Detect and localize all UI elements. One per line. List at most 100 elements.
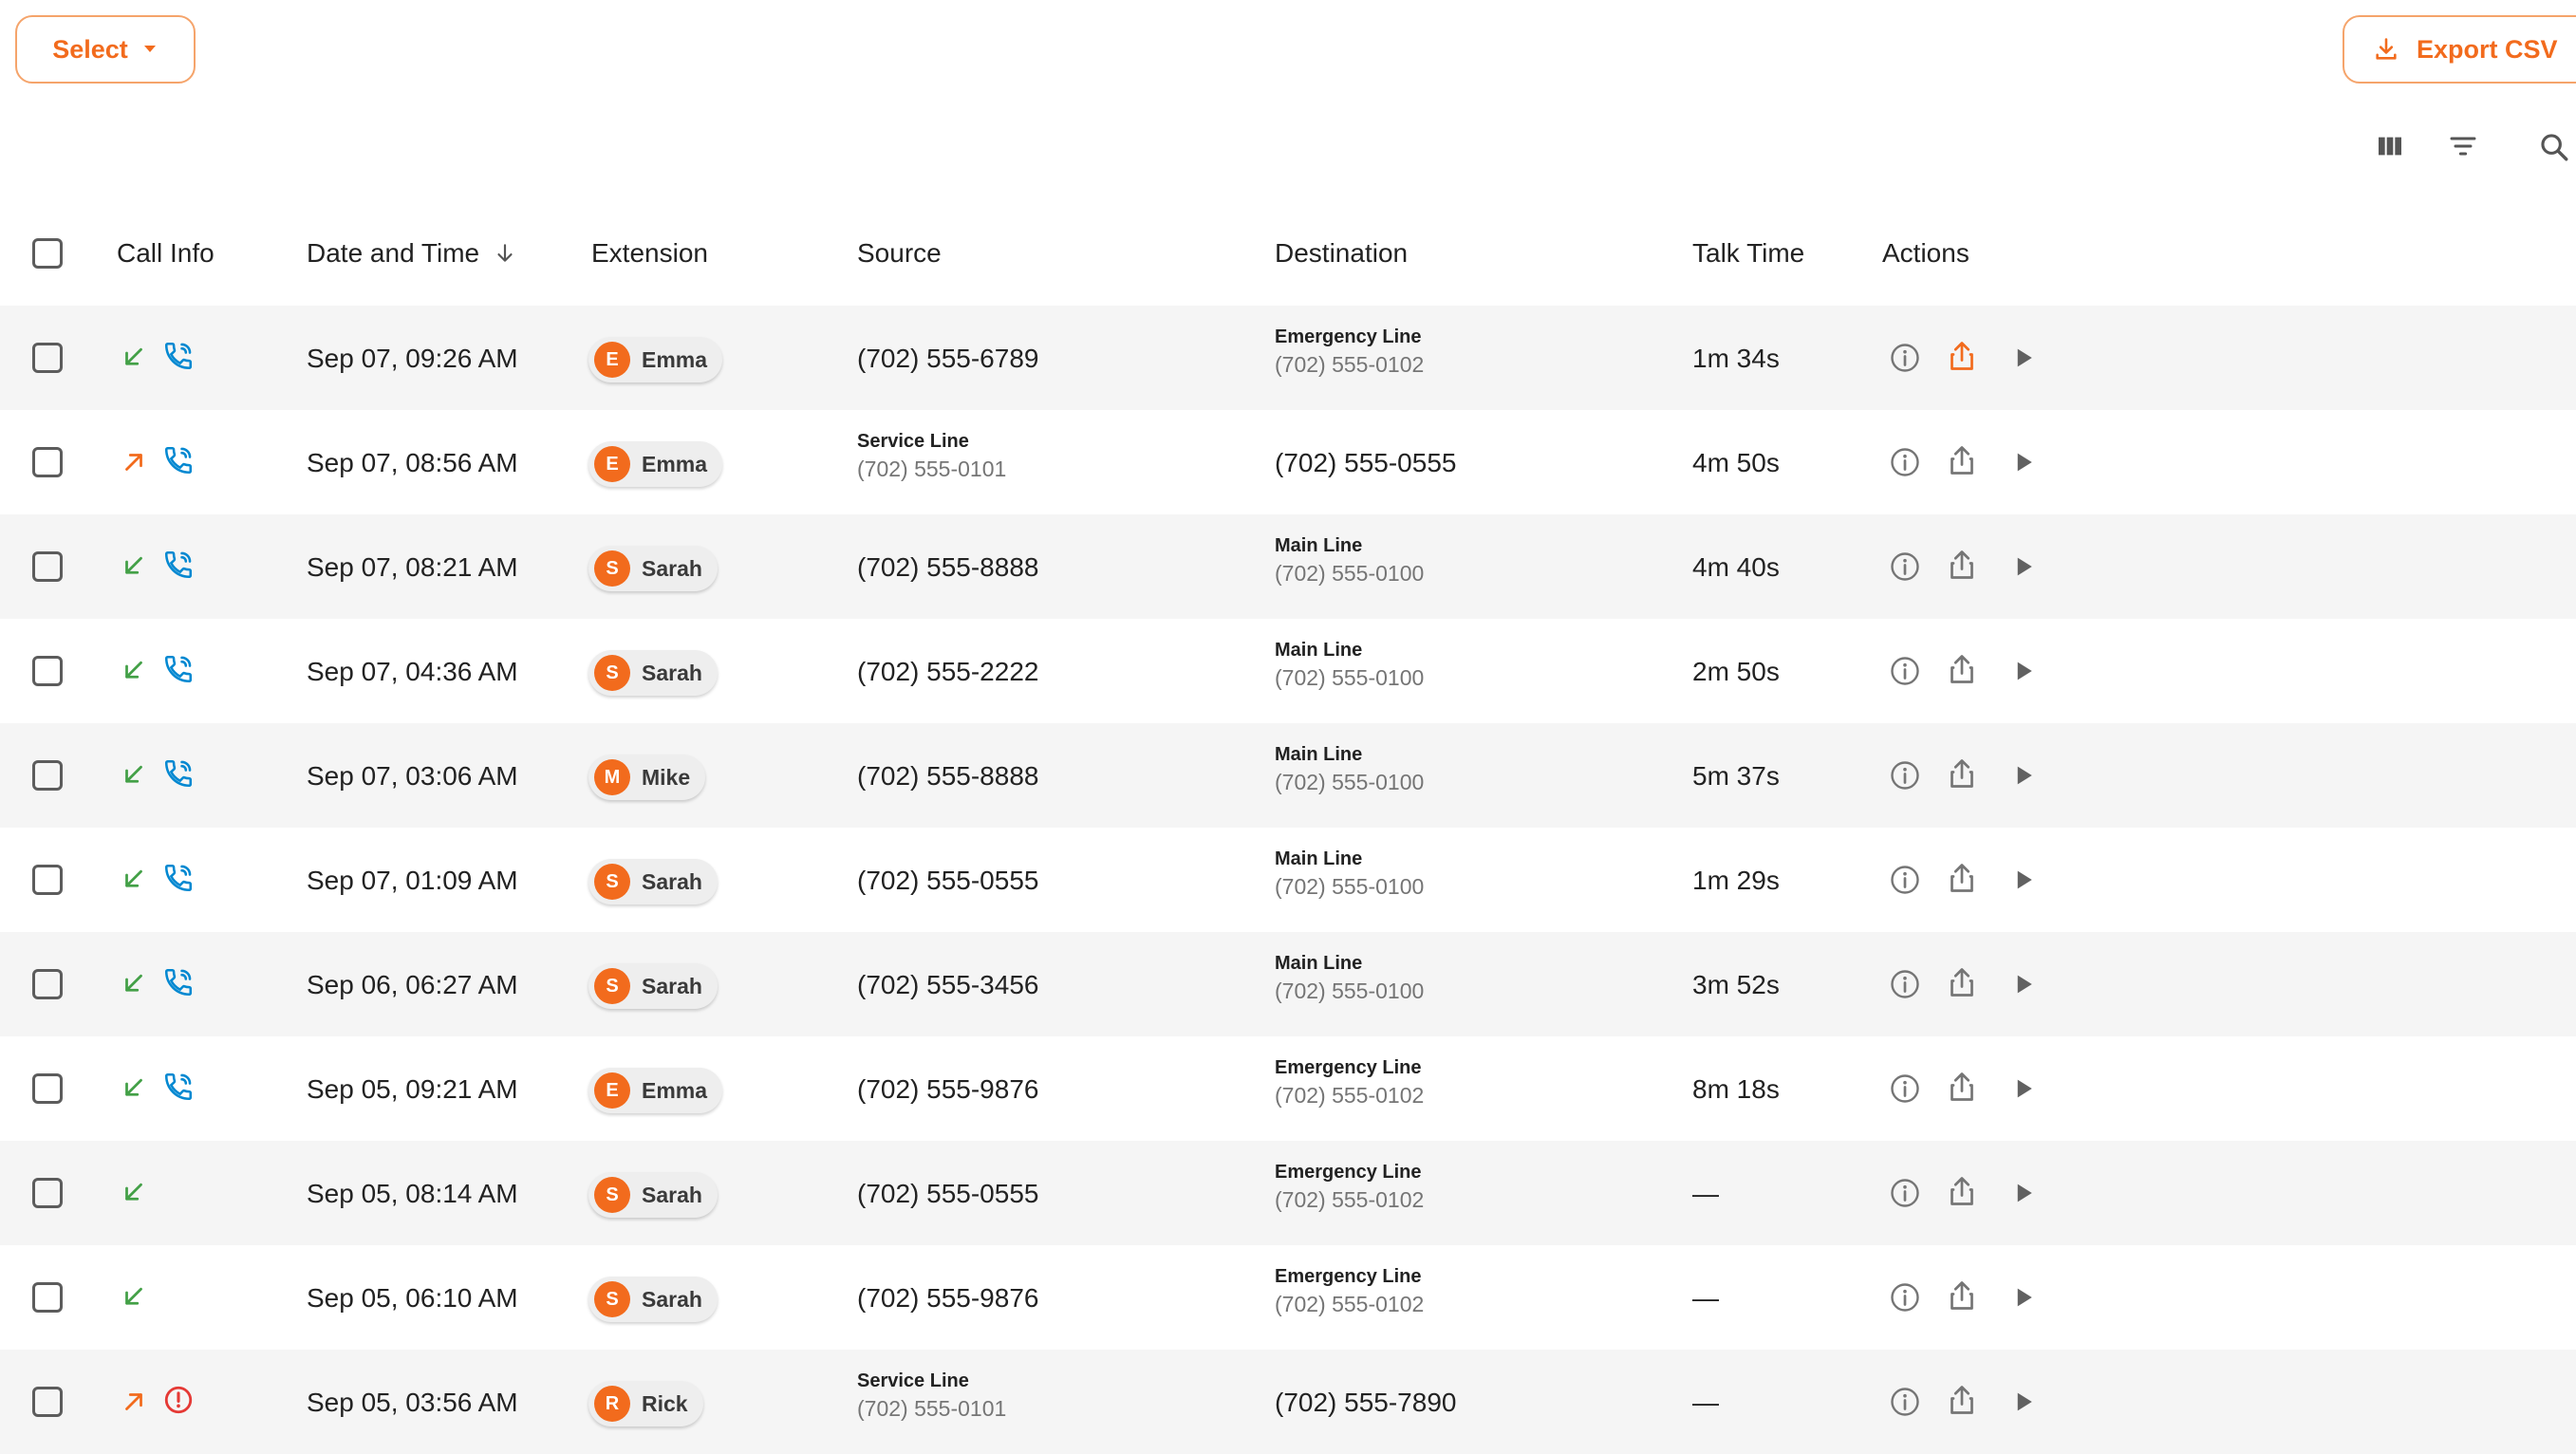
select-all-checkbox[interactable]	[32, 238, 63, 269]
export-share-icon[interactable]	[1945, 1070, 1979, 1104]
info-icon[interactable]	[1888, 550, 1922, 584]
row-checkbox[interactable]	[32, 656, 63, 686]
destination-cell: Main Line (702) 555-0100	[1275, 847, 1424, 902]
export-share-icon[interactable]	[1945, 652, 1979, 686]
play-icon[interactable]	[2009, 552, 2038, 581]
info-icon[interactable]	[1888, 654, 1922, 688]
destination-cell: Emergency Line (702) 555-0102	[1275, 1264, 1424, 1319]
info-icon[interactable]	[1888, 967, 1922, 1001]
row-checkbox[interactable]	[32, 447, 63, 477]
table-row[interactable]: Sep 07, 04:36 AM S Sarah (702) 555-2222 …	[0, 619, 2576, 723]
header-date-time-label: Date and Time	[307, 238, 480, 268]
export-share-icon[interactable]	[1945, 756, 1979, 791]
extension-chip[interactable]: E Emma	[588, 337, 723, 382]
date-time: Sep 07, 01:09 AM	[307, 866, 518, 895]
phone-answered-icon	[162, 757, 195, 790]
export-share-icon[interactable]	[1945, 1174, 1979, 1208]
export-share-icon[interactable]	[1945, 1278, 1979, 1313]
extension-name: Sarah	[642, 1286, 702, 1312]
play-icon[interactable]	[2009, 1283, 2038, 1312]
row-checkbox[interactable]	[32, 1073, 63, 1104]
export-share-icon[interactable]	[1945, 443, 1979, 477]
extension-chip[interactable]: S Sarah	[588, 963, 718, 1009]
extension-chip[interactable]: E Emma	[588, 441, 723, 487]
destination-line-number: (702) 555-0100	[1275, 770, 1425, 794]
header-call-info[interactable]: Call Info	[117, 238, 215, 269]
table-row[interactable]: Sep 06, 06:27 AM S Sarah (702) 555-3456 …	[0, 932, 2576, 1036]
play-icon[interactable]	[2009, 448, 2038, 476]
table-row[interactable]: Sep 05, 09:21 AM E Emma (702) 555-9876 E…	[0, 1036, 2576, 1141]
extension-chip[interactable]: S Sarah	[588, 546, 718, 591]
export-share-icon[interactable]	[1945, 965, 1979, 999]
play-icon[interactable]	[2009, 1179, 2038, 1207]
header-destination[interactable]: Destination	[1275, 238, 1408, 269]
export-share-icon[interactable]	[1945, 548, 1979, 582]
table-row[interactable]: Sep 07, 08:21 AM S Sarah (702) 555-8888 …	[0, 514, 2576, 619]
row-checkbox[interactable]	[32, 1178, 63, 1208]
row-checkbox[interactable]	[32, 551, 63, 582]
info-icon[interactable]	[1888, 863, 1922, 897]
avatar: E	[594, 1072, 630, 1109]
search-button[interactable]	[2538, 131, 2570, 163]
destination-line-label: Main Line	[1275, 535, 1363, 556]
extension-chip[interactable]: R Rick	[588, 1381, 703, 1426]
table-row[interactable]: Sep 07, 03:06 AM M Mike (702) 555-8888 M…	[0, 723, 2576, 828]
export-share-icon[interactable]	[1945, 339, 1979, 373]
play-icon[interactable]	[2009, 970, 2038, 998]
avatar: S	[594, 864, 630, 900]
destination-line-number: (702) 555-0100	[1275, 979, 1425, 1003]
table-row[interactable]: Sep 07, 08:56 AM E Emma Service Line (70…	[0, 410, 2576, 514]
table-row[interactable]: Sep 05, 06:10 AM S Sarah (702) 555-9876 …	[0, 1245, 2576, 1350]
play-icon[interactable]	[2009, 657, 2038, 685]
header-date-time[interactable]: Date and Time	[307, 238, 517, 269]
source-number: (702) 555-3456	[857, 970, 1039, 999]
talk-time: 3m 52s	[1692, 970, 1780, 999]
select-button[interactable]: Select	[15, 15, 196, 84]
phone-answered-icon	[162, 444, 195, 476]
info-icon[interactable]	[1888, 1385, 1922, 1419]
talk-time: —	[1692, 1283, 1719, 1313]
header-extension[interactable]: Extension	[591, 238, 708, 269]
extension-chip[interactable]: S Sarah	[588, 859, 718, 904]
row-checkbox[interactable]	[32, 865, 63, 895]
extension-chip[interactable]: M Mike	[588, 755, 706, 800]
play-icon[interactable]	[2009, 761, 2038, 790]
date-time: Sep 07, 09:26 AM	[307, 344, 518, 373]
info-icon[interactable]	[1888, 1280, 1922, 1314]
export-share-icon[interactable]	[1945, 1383, 1979, 1417]
destination-cell: Emergency Line (702) 555-0102	[1275, 1055, 1424, 1110]
extension-chip[interactable]: S Sarah	[588, 650, 718, 696]
info-icon[interactable]	[1888, 758, 1922, 792]
table-row[interactable]: Sep 07, 01:09 AM S Sarah (702) 555-0555 …	[0, 828, 2576, 932]
header-talk-time[interactable]: Talk Time	[1692, 238, 1804, 269]
row-checkbox[interactable]	[32, 1282, 63, 1313]
info-icon[interactable]	[1888, 445, 1922, 479]
destination-cell: Main Line (702) 555-0100	[1275, 533, 1424, 588]
row-checkbox[interactable]	[32, 343, 63, 373]
table-row[interactable]: Sep 07, 09:26 AM E Emma (702) 555-6789 E…	[0, 306, 2576, 410]
columns-button[interactable]	[2375, 131, 2405, 161]
incoming-arrow-icon	[120, 970, 148, 998]
info-icon[interactable]	[1888, 341, 1922, 375]
row-checkbox[interactable]	[32, 1387, 63, 1417]
extension-chip[interactable]: S Sarah	[588, 1172, 718, 1218]
play-icon[interactable]	[2009, 866, 2038, 894]
date-time: Sep 05, 08:14 AM	[307, 1179, 518, 1208]
play-icon[interactable]	[2009, 1388, 2038, 1416]
export-share-icon[interactable]	[1945, 861, 1979, 895]
header-source[interactable]: Source	[857, 238, 942, 269]
filter-button[interactable]	[2447, 131, 2479, 161]
info-icon[interactable]	[1888, 1176, 1922, 1210]
row-checkbox[interactable]	[32, 760, 63, 791]
table-row[interactable]: Sep 05, 03:56 AM R Rick Service Line (70…	[0, 1350, 2576, 1454]
extension-chip[interactable]: S Sarah	[588, 1277, 718, 1322]
play-icon[interactable]	[2009, 344, 2038, 372]
extension-chip[interactable]: E Emma	[588, 1068, 723, 1113]
info-icon[interactable]	[1888, 1072, 1922, 1106]
row-checkbox[interactable]	[32, 969, 63, 999]
search-icon	[2541, 134, 2568, 161]
play-icon[interactable]	[2009, 1074, 2038, 1103]
table-body: Sep 07, 09:26 AM E Emma (702) 555-6789 E…	[0, 306, 2576, 1454]
table-row[interactable]: Sep 05, 08:14 AM S Sarah (702) 555-0555 …	[0, 1141, 2576, 1245]
export-csv-button[interactable]: Export CSV	[2343, 15, 2576, 84]
